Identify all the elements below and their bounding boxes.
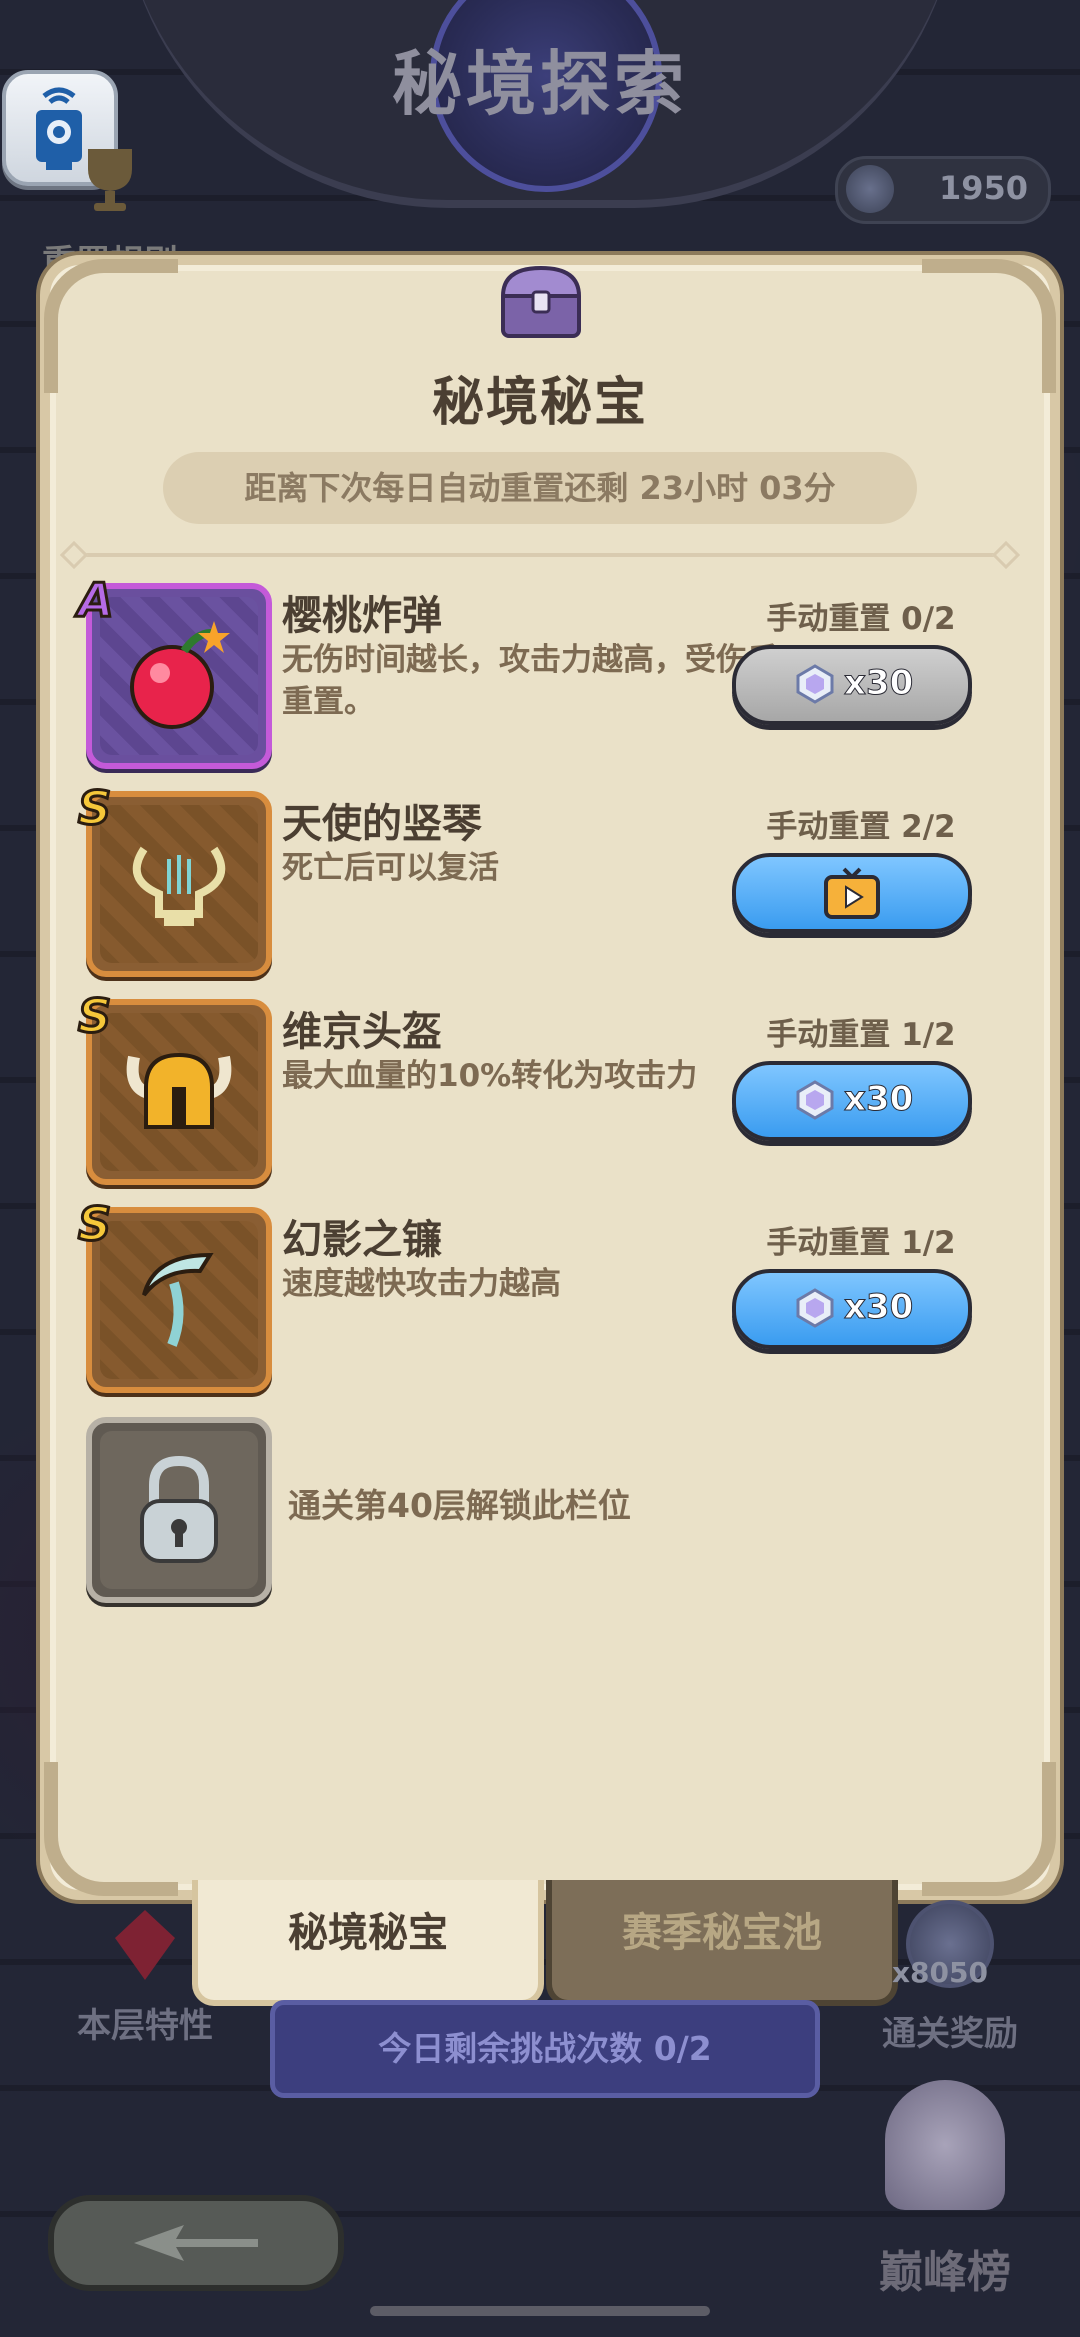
treasure-chest-icon: [500, 265, 582, 338]
item-description: 最大血量的10%转化为攻击力: [282, 1058, 698, 1094]
item-name: 天使的竖琴: [282, 801, 482, 847]
cost-label: x30: [843, 1287, 914, 1328]
crystal-gem-icon: [796, 1080, 834, 1120]
trophy-icon: [885, 2080, 1005, 2210]
item-name: 樱桃炸弹: [282, 593, 442, 639]
manual-reset-count: 手动重置 0/2: [766, 601, 956, 637]
panel-corner-ornament: [44, 1762, 178, 1896]
padlock-icon: [140, 1455, 218, 1563]
reset-cost-button[interactable]: x30: [732, 1269, 972, 1349]
back-button[interactable]: [48, 2195, 344, 2291]
treasure-row-cherry-bomb: A 樱桃炸弹 无伤时间越长，攻击力越高，受伤后重置。 手动重置 0/2 x30: [77, 572, 1006, 769]
treasure-row-phantom-scythe: S 幻影之镰 速度越快攻击力越高 手动重置 1/2 x30: [77, 1196, 1006, 1393]
leaderboard-label: 巅峰榜: [879, 2247, 1011, 2298]
treasure-row-locked: 通关第40层解锁此栏位: [86, 1417, 1006, 1603]
leaderboard-button[interactable]: 巅峰榜: [840, 2080, 1050, 2310]
harp-icon: [132, 846, 226, 926]
locked-slot[interactable]: [86, 1417, 272, 1603]
tab-label: 秘境秘宝: [288, 1910, 448, 1956]
panel-title: 秘境秘宝: [431, 373, 648, 433]
reset-cost-button[interactable]: x30: [732, 1061, 972, 1141]
divider: [70, 553, 1010, 557]
panel-corner-ornament: [922, 1762, 1056, 1896]
tab-label: 赛季秘宝池: [622, 1910, 822, 1956]
grade-badge: S: [77, 988, 113, 1045]
video-ad-icon: [824, 867, 880, 919]
cost-label: x30: [843, 1079, 914, 1120]
grade-badge: A: [77, 572, 116, 629]
item-description: 速度越快攻击力越高: [282, 1266, 561, 1302]
treasure-row-angel-harp: S 天使的竖琴 死亡后可以复活 手动重置 2/2: [77, 780, 1006, 977]
crystal-gem-icon: [796, 664, 834, 704]
cost-label: x30: [843, 663, 914, 704]
grade-badge: S: [77, 780, 113, 837]
unlock-requirement: 通关第40层解锁此栏位: [288, 1486, 631, 1525]
item-name: 幻影之镰: [282, 1217, 442, 1263]
item-name: 维京头盔: [282, 1009, 442, 1055]
manual-reset-count: 手动重置 2/2: [766, 809, 956, 845]
cherry-bomb-icon: [130, 621, 230, 729]
reward-count: x8050: [892, 1956, 988, 1989]
back-arrow-icon: [134, 2225, 258, 2261]
clear-reward-label: 通关奖励: [882, 2014, 1018, 2054]
scythe-icon: [142, 1252, 214, 1347]
item-description: 死亡后可以复活: [282, 850, 499, 886]
trophy-icon: [88, 149, 132, 211]
grade-badge: S: [77, 1196, 113, 1253]
tab-season-treasure-pool[interactable]: 赛季秘宝池: [546, 1880, 898, 2006]
floor-feature-label: 本层特性: [77, 2006, 213, 2046]
clear-reward-button[interactable]: x8050 通关奖励: [860, 1900, 1040, 2055]
manual-reset-count: 手动重置 1/2: [766, 1017, 956, 1053]
currency-display: 1950: [835, 156, 1051, 224]
currency-value: 1950: [938, 169, 1028, 207]
reset-timer: 距离下次每日自动重置还剩 23小时 03分: [163, 452, 917, 524]
red-gem-icon: [115, 1910, 175, 1980]
tab-secret-treasures[interactable]: 秘境秘宝: [192, 1880, 544, 2006]
crystal-gem-icon: [796, 1288, 834, 1328]
manual-reset-count: 手动重置 1/2: [766, 1225, 956, 1261]
challenge-remaining[interactable]: 今日剩余挑战次数 0/2: [270, 2000, 820, 2098]
floor-feature-button[interactable]: 本层特性: [60, 1910, 230, 2047]
reset-cost-button[interactable]: x30: [732, 645, 972, 725]
treasure-row-viking-helmet: S 维京头盔 最大血量的10%转化为攻击力 手动重置 1/2 x30: [77, 988, 1006, 1185]
watch-ad-reset-button[interactable]: [732, 853, 972, 933]
item-description: 无伤时间越长，攻击力越高，受伤后重置。: [282, 642, 778, 720]
page-title: 秘境探索: [392, 43, 688, 125]
viking-helmet-icon: [126, 1052, 232, 1129]
home-indicator[interactable]: [370, 2306, 710, 2316]
